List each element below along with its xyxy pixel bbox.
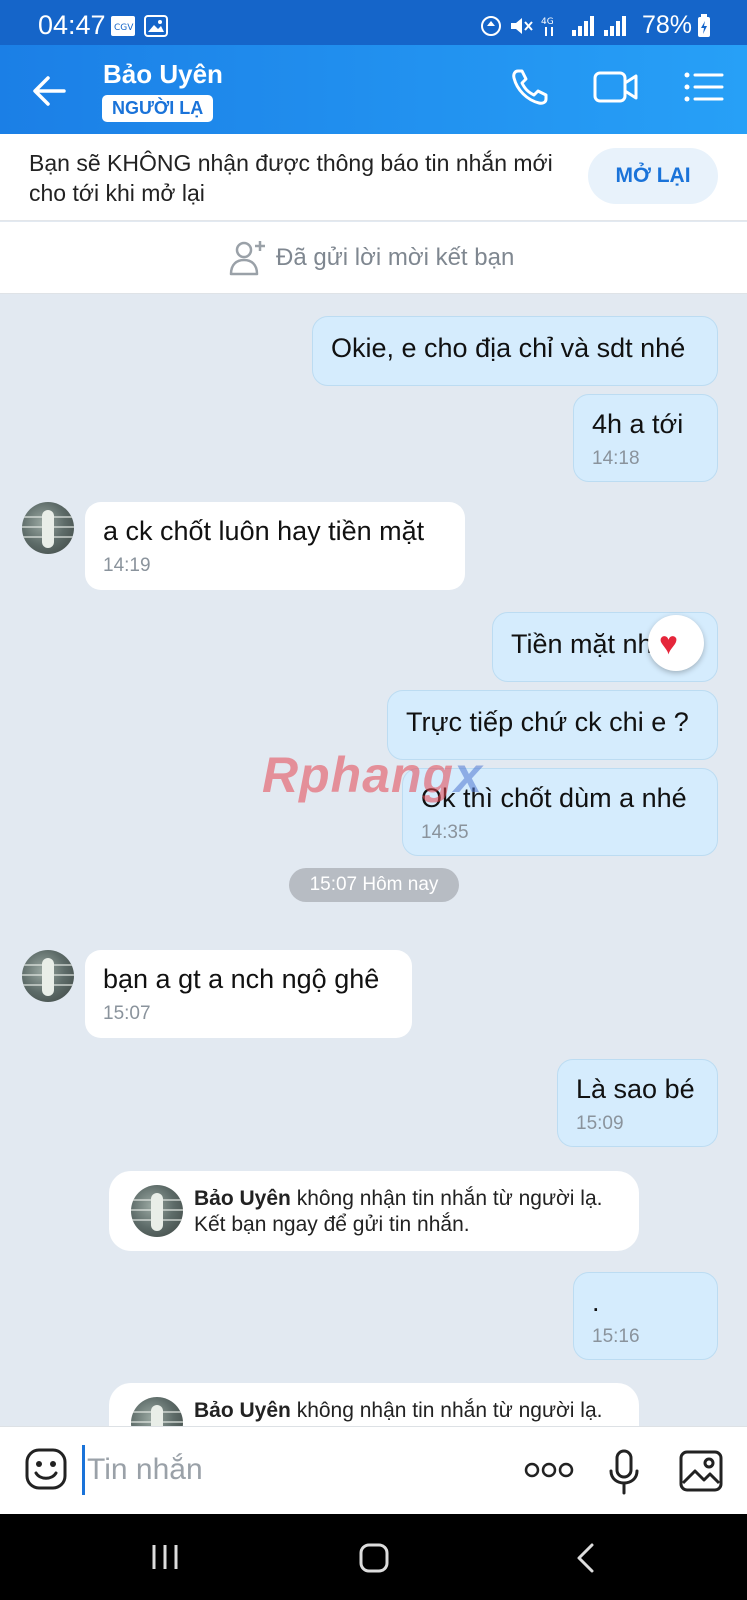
message-text: . xyxy=(592,1287,600,1317)
gallery-notification-icon xyxy=(144,15,168,37)
battery-percent: 78% xyxy=(642,11,693,39)
message-time: 14:18 xyxy=(592,448,640,469)
friend-request-status: Đã gửi lời mời kết bạn xyxy=(0,222,747,294)
contact-avatar xyxy=(131,1185,183,1237)
chat-header: Bảo Uyên NGƯỜI LẠ xyxy=(0,45,747,134)
message-time: 14:35 xyxy=(421,822,469,843)
message-bubble-incoming[interactable]: bạn a gt a nch ngộ ghê 15:07 xyxy=(85,950,412,1038)
message-bubble-outgoing[interactable]: Okie, e cho địa chỉ và sdt nhé xyxy=(312,316,718,386)
contact-avatar xyxy=(131,1397,183,1426)
message-text: Là sao bé xyxy=(576,1074,695,1104)
back-arrow-icon[interactable] xyxy=(26,67,74,115)
svg-text:4G: 4G xyxy=(541,17,554,27)
message-text: 4h a tới xyxy=(592,409,684,439)
system-notice-text: Bảo Uyên không nhận tin nhắn từ người lạ… xyxy=(194,1187,603,1236)
friend-request-text: Đã gửi lời mời kết bạn xyxy=(276,244,515,271)
message-bubble-outgoing[interactable]: Là sao bé 15:09 xyxy=(557,1059,718,1147)
image-gallery-icon[interactable] xyxy=(678,1449,724,1493)
notification-off-banner: Bạn sẽ KHÔNG nhận được thông báo tin nhắ… xyxy=(0,134,747,221)
message-composer: Tin nhắn xyxy=(0,1426,747,1514)
contact-avatar[interactable] xyxy=(22,502,74,554)
message-text: a ck chốt luôn hay tiền mặt xyxy=(103,516,425,546)
recent-apps-icon[interactable] xyxy=(150,1542,180,1572)
message-text: Okie, e cho địa chỉ và sdt nhé xyxy=(331,333,686,363)
mute-icon xyxy=(511,18,533,34)
battery-icon xyxy=(698,14,710,37)
message-time: 15:16 xyxy=(592,1326,640,1347)
svg-text:CGV: CGV xyxy=(114,23,134,33)
sticker-emoji-icon[interactable] xyxy=(24,1447,68,1491)
status-time: 04:47 xyxy=(38,10,106,40)
message-bubble-outgoing[interactable]: . 15:16 xyxy=(573,1272,718,1360)
add-friend-icon xyxy=(229,241,265,276)
contact-avatar[interactable] xyxy=(22,950,74,1002)
signal-1-icon xyxy=(572,16,594,36)
recycle-icon xyxy=(481,16,501,36)
signal-2-icon xyxy=(604,16,626,36)
message-text: Trực tiếp chứ ck chi e ? xyxy=(406,707,689,737)
system-notice-card: Bảo Uyên không nhận tin nhắn từ người lạ… xyxy=(109,1171,639,1251)
message-time: 15:09 xyxy=(576,1113,624,1134)
menu-list-icon[interactable] xyxy=(682,65,726,109)
message-input[interactable]: Tin nhắn xyxy=(82,1445,502,1495)
microphone-icon[interactable] xyxy=(606,1449,642,1495)
reopen-notifications-button[interactable]: MỞ LẠI xyxy=(588,148,718,204)
cgv-notification-icon: CGV xyxy=(111,16,135,36)
more-options-icon[interactable] xyxy=(524,1459,574,1481)
message-time: 15:07 xyxy=(103,1003,151,1024)
video-call-icon[interactable] xyxy=(592,65,640,109)
system-notice-card: Bảo Uyên không nhận tin nhắn từ người lạ… xyxy=(109,1383,639,1426)
message-bubble-outgoing[interactable]: 4h a tới 14:18 xyxy=(573,394,718,482)
date-divider: 15:07 Hôm nay xyxy=(289,868,459,902)
message-bubble-incoming[interactable]: a ck chốt luôn hay tiền mặt 14:19 xyxy=(85,502,465,590)
home-icon[interactable] xyxy=(358,1542,390,1574)
watermark: Rphangx xyxy=(262,747,483,803)
message-time: 14:19 xyxy=(103,555,151,576)
status-bar: 04:47 CGV 4G 78% xyxy=(0,0,747,48)
chat-area[interactable]: Okie, e cho địa chỉ và sdt nhé 4h a tới … xyxy=(0,294,747,1426)
phone-call-icon[interactable] xyxy=(508,65,552,109)
heart-reaction-icon[interactable]: ♥ xyxy=(648,615,704,671)
notice-text: Bạn sẽ KHÔNG nhận được thông báo tin nhắ… xyxy=(29,150,553,206)
back-nav-icon[interactable] xyxy=(574,1542,598,1574)
system-notice-text: Bảo Uyên không nhận tin nhắn từ người lạ… xyxy=(194,1399,603,1422)
data-4g-icon: 4G xyxy=(541,17,554,36)
message-text: bạn a gt a nch ngộ ghê xyxy=(103,964,380,994)
contact-name[interactable]: Bảo Uyên xyxy=(103,59,223,90)
stranger-badge: NGƯỜI LẠ xyxy=(102,95,214,122)
system-navigation-bar xyxy=(0,1514,747,1600)
